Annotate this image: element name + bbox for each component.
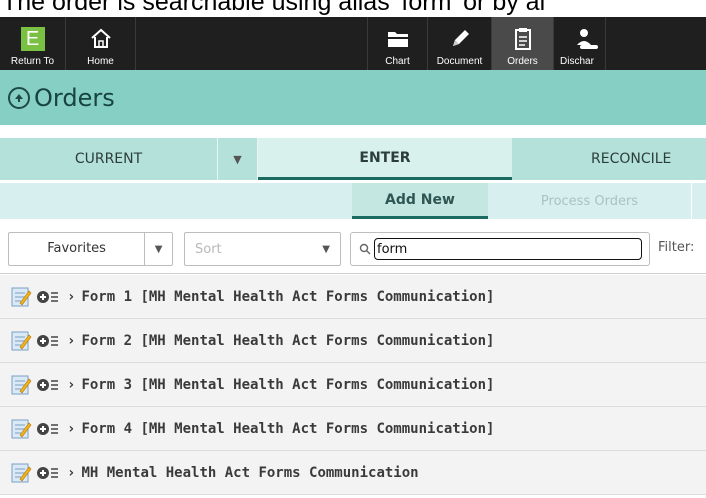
list-item-label: Form 2 [MH Mental Health Act Forms Commu…: [81, 332, 495, 349]
home-label: Home: [87, 56, 114, 67]
orders-tabs: CURRENT ▼ ENTER RECONCILE: [0, 138, 706, 180]
order-sheet-icon: [11, 419, 32, 438]
search-icon: [359, 243, 371, 255]
list-item-label: Form 1 [MH Mental Health Act Forms Commu…: [81, 288, 495, 305]
add-details-icon[interactable]: [37, 466, 59, 480]
search-box: [350, 232, 650, 266]
return-to-label: Return To: [10, 56, 55, 67]
caret-down-icon: ▼: [233, 152, 242, 166]
order-sheet-icon: [11, 287, 32, 306]
favorites-label: Favorites: [9, 233, 146, 265]
chart-label: Chart: [385, 56, 410, 67]
page-header: Orders: [0, 70, 706, 125]
orders-button[interactable]: Orders: [492, 17, 554, 70]
chevron-right-icon: ›: [67, 332, 76, 349]
person-car-icon: [577, 29, 598, 49]
tab-current[interactable]: CURRENT: [0, 138, 218, 180]
document-label: Document: [436, 56, 483, 67]
return-to-button[interactable]: E Return To: [0, 17, 66, 70]
e-logo-icon: E: [20, 27, 45, 51]
chevron-right-icon: ›: [67, 376, 76, 393]
orders-label: Orders: [507, 56, 538, 67]
subtab-process-orders[interactable]: Process Orders: [488, 183, 692, 219]
add-details-icon[interactable]: [37, 378, 59, 392]
arrow-up-icon: [15, 93, 23, 102]
home-icon: [90, 28, 111, 48]
list-item-label: MH Mental Health Act Forms Communication: [81, 464, 419, 481]
folder-icon: [387, 32, 408, 47]
list-item-label: Form 3 [MH Mental Health Act Forms Commu…: [81, 376, 495, 393]
add-details-icon[interactable]: [37, 290, 59, 304]
discharge-button[interactable]: Dischar: [554, 17, 606, 70]
favorites-dropdown[interactable]: Favorites ▼: [8, 232, 173, 266]
document-button[interactable]: Document: [428, 17, 492, 70]
toolbar-spacer: [136, 17, 368, 70]
caption-text: The order is searchable using alias 'for…: [2, 0, 546, 16]
tab-reconcile[interactable]: RECONCILE: [512, 138, 706, 180]
sort-dropdown[interactable]: Sort ▼: [184, 232, 341, 266]
subtab-add-new[interactable]: Add New: [352, 183, 488, 219]
tab-current-dropdown[interactable]: ▼: [218, 138, 258, 180]
chevron-right-icon: ›: [67, 464, 76, 481]
collapse-toggle[interactable]: [8, 86, 30, 109]
order-sheet-icon: [11, 331, 32, 350]
caret-down-icon: ▼: [322, 243, 330, 255]
list-item[interactable]: › Form 4 [MH Mental Health Act Forms Com…: [0, 407, 706, 451]
filter-label: Filter:: [658, 240, 695, 255]
chart-button[interactable]: Chart: [368, 17, 428, 70]
caret-down-icon: ▼: [154, 243, 163, 255]
top-toolbar: E Return To Home Chart Document Orders D…: [0, 17, 706, 70]
search-input[interactable]: [374, 238, 642, 260]
sort-placeholder: Sort: [195, 241, 222, 257]
list-item[interactable]: › Form 2 [MH Mental Health Act Forms Com…: [0, 319, 706, 363]
list-item[interactable]: › Form 1 [MH Mental Health Act Forms Com…: [0, 275, 706, 319]
order-sheet-icon: [11, 375, 32, 394]
add-details-icon[interactable]: [37, 334, 59, 348]
clipboard-icon: [514, 28, 531, 50]
list-item[interactable]: › MH Mental Health Act Forms Communicati…: [0, 451, 706, 495]
order-results-list: › Form 1 [MH Mental Health Act Forms Com…: [0, 275, 706, 495]
list-item-label: Form 4 [MH Mental Health Act Forms Commu…: [81, 420, 495, 437]
discharge-label: Dischar: [560, 56, 594, 67]
enter-subtabs: Add New Process Orders: [0, 183, 706, 219]
filter-bar: Favorites ▼ Sort ▼ Filter:: [0, 222, 706, 274]
tab-enter[interactable]: ENTER: [258, 138, 512, 180]
page-title: Orders: [34, 83, 115, 112]
add-details-icon[interactable]: [37, 422, 59, 436]
list-item[interactable]: › Form 3 [MH Mental Health Act Forms Com…: [0, 363, 706, 407]
chevron-right-icon: ›: [67, 420, 76, 437]
order-sheet-icon: [11, 463, 32, 482]
chevron-right-icon: ›: [67, 288, 76, 305]
pencil-icon: [452, 30, 469, 46]
home-button[interactable]: Home: [66, 17, 136, 70]
